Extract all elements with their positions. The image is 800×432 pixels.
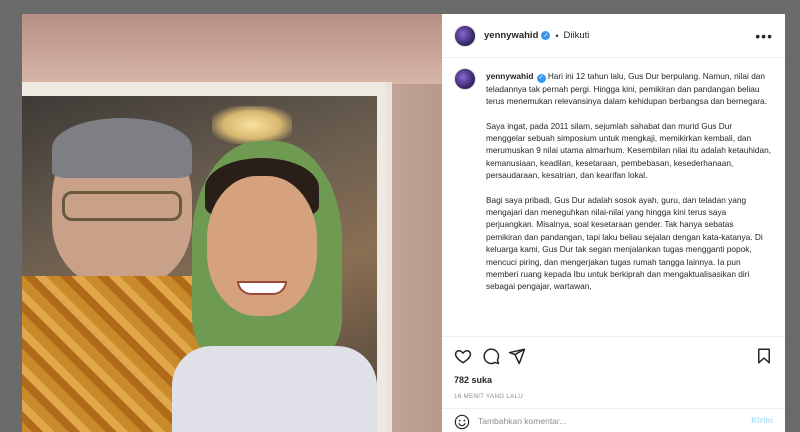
emoji-icon[interactable] [454,414,470,430]
printed-photo [22,82,392,432]
bookmark-icon[interactable] [755,347,773,365]
comment-bar: Kirim [442,408,785,432]
woman-face [207,176,317,316]
caption-username-link[interactable]: yennywahid [486,71,534,81]
woman-shirt [172,346,377,432]
lamp-light [212,106,292,144]
caption-paragraph: Saya ingat, pada 2011 silam, sejumlah sa… [486,120,772,181]
post-comment-button[interactable]: Kirim [751,415,773,425]
like-count[interactable]: 782 suka [454,375,492,385]
following-button[interactable]: Diikuti [564,30,590,41]
caption-paragraph: yennywahid ✓ Hari ini 12 tahun lalu, Gus … [486,70,771,108]
share-icon[interactable] [508,347,526,365]
smile [237,281,287,295]
verified-badge-icon: ✓ [536,73,546,83]
caption-area: yennywahid ✓ Hari ini 12 tahun lalu, Gus … [442,58,785,336]
comment-icon[interactable] [482,347,500,365]
comment-input[interactable] [478,413,728,429]
verified-badge-icon: ✓ [541,31,551,40]
page-background-left [0,0,22,432]
username-link[interactable]: yennywahid [484,30,538,41]
more-icon[interactable]: ••• [755,28,773,44]
post-image[interactable] [22,14,442,432]
separator-dot: • [555,30,559,41]
caption-avatar[interactable] [454,68,476,90]
glasses [62,191,182,221]
photo-scene [22,96,377,432]
page-background-right [785,0,800,432]
avatar[interactable] [454,24,476,47]
action-bar: 782 suka 16 MENIT YANG LALU [442,336,785,408]
post-timestamp[interactable]: 16 MENIT YANG LALU [454,393,523,400]
man-hair [52,118,192,178]
caption-row: yennywahid ✓ Hari ini 12 tahun lalu, Gus … [454,68,771,305]
heart-icon[interactable] [454,347,472,365]
post-side-panel: yennywahid ✓ • Diikuti ••• yennywahid ✓ H… [442,14,785,432]
caption-paragraph: Bagi saya pribadi, Gus Dur adalah sosok … [486,194,763,292]
page-background-top [0,0,800,14]
photo-background [22,14,442,84]
caption-text: yennywahid ✓ Hari ini 12 tahun lalu, Gus … [486,70,771,305]
post-header: yennywahid ✓ • Diikuti ••• [442,14,785,58]
